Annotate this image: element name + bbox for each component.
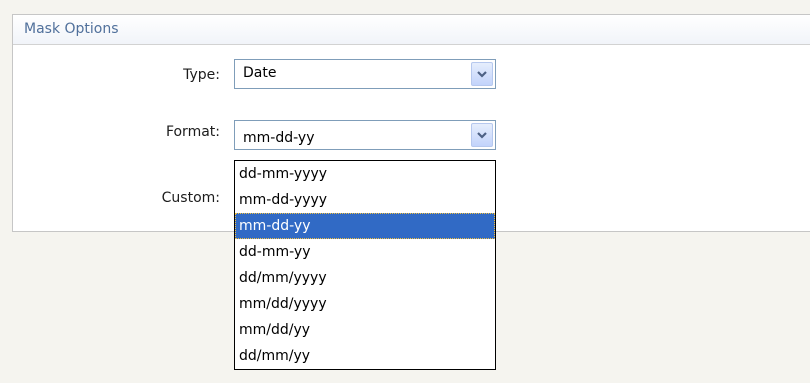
dropdown-option[interactable]: mm/dd/yyyy bbox=[235, 291, 495, 317]
dropdown-option[interactable]: dd/mm/yy bbox=[235, 343, 495, 369]
dropdown-option[interactable]: mm/dd/yy bbox=[235, 317, 495, 343]
chevron-down-icon bbox=[477, 71, 487, 78]
dropdown-option[interactable]: dd-mm-yyyy bbox=[235, 161, 495, 187]
format-dropdown-button[interactable] bbox=[471, 123, 493, 147]
format-label: Format: bbox=[165, 124, 220, 140]
type-select[interactable]: Date bbox=[234, 59, 496, 89]
chevron-down-icon bbox=[477, 132, 487, 139]
panel-title: Mask Options bbox=[13, 15, 810, 45]
dropdown-option[interactable]: mm-dd-yyyy bbox=[235, 187, 495, 213]
dropdown-option[interactable]: dd-mm-yy bbox=[235, 239, 495, 265]
format-select-value: mm-dd-yy bbox=[243, 130, 315, 146]
type-select-value: Date bbox=[243, 65, 277, 81]
format-dropdown-list: dd-mm-yyyy mm-dd-yyyy mm-dd-yy dd-mm-yy dd/m… bbox=[234, 160, 496, 370]
custom-label: Custom: bbox=[161, 190, 220, 206]
dropdown-option[interactable]: dd/mm/yyyy bbox=[235, 265, 495, 291]
dropdown-option[interactable]: mm-dd-yy bbox=[235, 213, 495, 239]
type-dropdown-button[interactable] bbox=[471, 62, 493, 86]
format-select[interactable]: mm-dd-yy bbox=[234, 120, 496, 150]
type-label: Type: bbox=[183, 67, 220, 83]
